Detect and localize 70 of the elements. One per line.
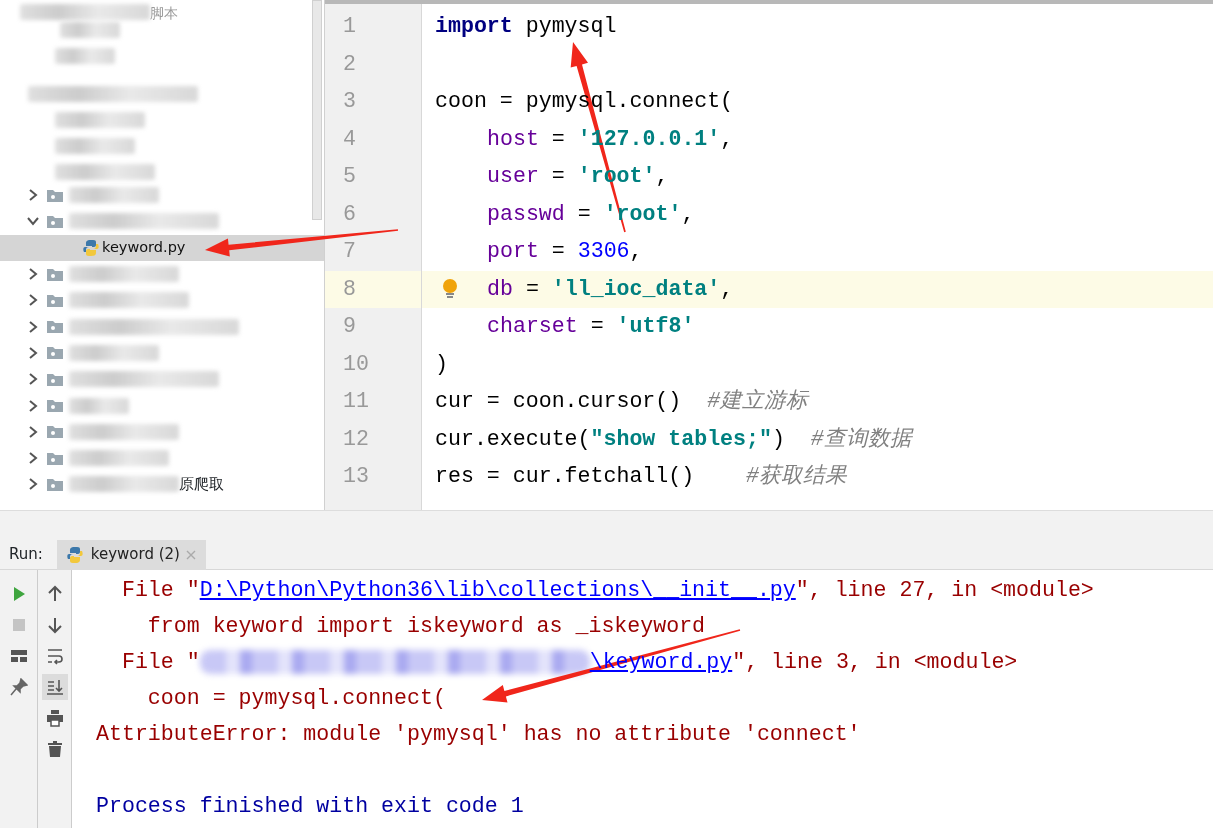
run-tab[interactable]: keyword (2)	[56, 539, 206, 570]
line-number: 10	[342, 350, 370, 378]
line-number: 2	[342, 50, 357, 78]
lightbulb-icon[interactable]	[442, 278, 458, 299]
folder-icon	[47, 293, 63, 307]
scrollbar[interactable]	[312, 0, 322, 220]
line-number: 11	[342, 388, 370, 415]
chevron-icon[interactable]	[27, 268, 39, 281]
line-number: 3	[342, 88, 357, 115]
folder-icon	[47, 320, 63, 334]
chevron-icon[interactable]	[27, 452, 39, 465]
arrow-down-icon	[45, 616, 64, 634]
chevron-icon[interactable]	[27, 346, 39, 359]
chevron-icon[interactable]	[27, 399, 39, 412]
python-icon	[66, 546, 83, 563]
chevron-icon[interactable]	[27, 320, 39, 333]
code-line: res = cur.fetchall() #获取结果	[435, 464, 847, 488]
line-number: 5	[342, 163, 357, 190]
printer-icon	[45, 709, 64, 727]
console-line: Process finished with exit code 1	[96, 794, 524, 818]
code-line: cur.execute("show tables;") #查询数据	[435, 426, 912, 451]
python-file-icon	[83, 239, 99, 256]
code-line: db = 'll_ioc_data',	[487, 276, 734, 301]
pin-icon	[9, 678, 28, 696]
line-number: 4	[342, 125, 357, 153]
chevron-icon[interactable]	[27, 215, 39, 228]
folder-icon	[47, 346, 63, 360]
chevron-icon[interactable]	[27, 189, 39, 202]
panel-label: Run:	[8, 544, 44, 566]
console-line: AttributeError: module 'pymysql' has no attribute 'connect'	[96, 722, 861, 746]
code-line: charset = 'utf8'	[487, 314, 695, 338]
console-text: ", line 3, in <module>	[732, 650, 1018, 674]
line-number: 1	[342, 13, 357, 40]
folder-icon	[47, 451, 63, 465]
line-number: 13	[342, 463, 370, 490]
soft-wrap-icon	[45, 647, 64, 665]
console-line: from keyword import iskeyword as _iskeyword	[146, 614, 706, 638]
chevron-icon[interactable]	[27, 373, 39, 386]
folder-icon	[47, 188, 63, 202]
console-text: File "	[120, 650, 200, 674]
chevron-icon[interactable]	[27, 425, 39, 438]
tree-label: 脚本	[150, 4, 178, 23]
line-number: 7	[342, 238, 357, 265]
line-number: 9	[342, 313, 357, 340]
folder-icon	[47, 477, 63, 491]
folder-icon	[47, 372, 63, 386]
file-link[interactable]: D:\Python\Python36\lib\collections\__init__.py	[199, 578, 796, 602]
layout-icon	[9, 647, 28, 665]
folder-icon	[47, 425, 63, 439]
blurred-text	[60, 22, 120, 38]
blurred-text	[55, 48, 115, 64]
code-line: port = 3306,	[487, 239, 643, 263]
console-text: ", line 27, in <module>	[795, 578, 1094, 602]
code-line: )	[435, 351, 448, 376]
chevron-icon[interactable]	[27, 294, 39, 307]
trash-icon	[45, 740, 64, 758]
line-number: 12	[342, 425, 370, 453]
code-line: cur = coon.cursor() #建立游标	[435, 389, 809, 413]
line-number: 6	[342, 200, 357, 228]
console-text: File "	[120, 578, 200, 602]
console-line: coon = pymysql.connect(	[146, 686, 446, 710]
code-line: import pymysql	[435, 14, 617, 38]
line-number: 8	[325, 270, 421, 308]
folder-icon	[47, 267, 63, 281]
folder-icon	[47, 399, 63, 412]
folder-icon	[47, 214, 63, 228]
scroll-to-end-icon	[45, 678, 64, 696]
toolbar-button[interactable]	[41, 674, 68, 700]
tree-item[interactable]: 原爬取	[179, 473, 224, 496]
chevron-icon[interactable]	[27, 478, 39, 491]
